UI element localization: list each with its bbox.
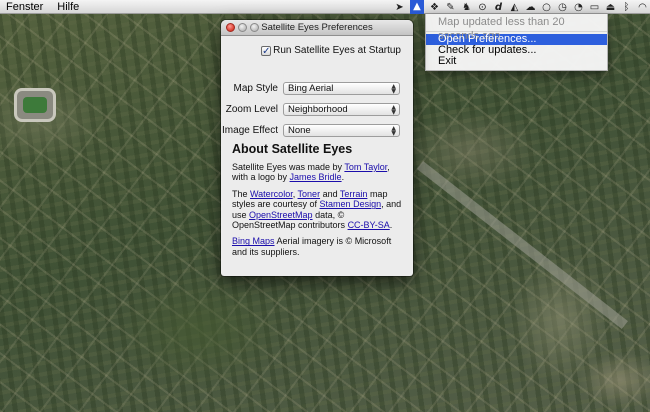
image-effect-row: Image Effect None ▲ ▼	[221, 124, 413, 138]
run-at-startup-checkbox[interactable]: ✓	[261, 45, 272, 56]
map-style-label: Map Style	[233, 83, 278, 94]
about-text: and	[320, 188, 340, 199]
startup-row: ✓ Run Satellite Eyes at Startup	[221, 45, 401, 56]
image-effect-value: None	[288, 125, 311, 136]
window-title: Satellite Eyes Preferences	[261, 22, 373, 33]
preferences-window: Satellite Eyes Preferences ✓ Run Satelli…	[221, 20, 413, 276]
about-text: .	[389, 220, 393, 231]
satellite-eyes-icon[interactable]: ▲	[410, 0, 424, 14]
map-style-value: Bing Aerial	[288, 83, 334, 94]
map-style-row: Map Style Bing Aerial ▲ ▼	[221, 82, 413, 96]
eject-icon[interactable]: ⏏	[605, 2, 616, 13]
letter-d-icon[interactable]: d	[493, 2, 504, 13]
dropbox-icon[interactable]: ❖	[429, 2, 440, 13]
menu-bar: Fenster Hilfe ➤ ▲ ❖ ✎ ♞ ⊙ d ◭ ☁ ○ ◷ ◔ ▭ …	[0, 0, 650, 14]
bluetooth-icon[interactable]: ᛒ	[621, 2, 632, 13]
zoom-level-row: Zoom Level Neighborhood ▲ ▼	[221, 103, 413, 117]
image-effect-select[interactable]: None ▲ ▼	[283, 124, 400, 137]
toner-link[interactable]: Toner	[298, 189, 321, 199]
stamen-design-link[interactable]: Stamen Design	[320, 199, 382, 209]
about-text: The	[232, 188, 251, 199]
map-update-status: Map updated less than 20 seconds ago	[438, 16, 565, 42]
about-credits: Satellite Eyes was made by Tom Taylor, w…	[232, 162, 406, 183]
about-section: About Satellite Eyes Satellite Eyes was …	[232, 142, 406, 263]
menu-hilfe[interactable]: Hilfe	[50, 0, 86, 14]
time-machine-icon[interactable]: ◷	[557, 2, 568, 13]
zoom-level-value: Neighborhood	[288, 104, 348, 115]
about-bing: Bing Maps Aerial imagery is © Microsoft …	[232, 236, 406, 257]
image-effect-label: Image Effect	[222, 125, 278, 136]
map-style-select[interactable]: Bing Aerial ▲ ▼	[283, 82, 400, 95]
satellite-eyes-menu: Map updated less than 20 seconds ago Ope…	[425, 14, 608, 71]
openstreetmap-link[interactable]: OpenStreetMap	[249, 210, 313, 220]
clock-icon[interactable]: ◔	[573, 2, 584, 13]
wifi-icon[interactable]: ◠	[637, 2, 648, 13]
stadium-aerial-feature	[14, 88, 56, 122]
display-icon[interactable]: ▭	[589, 2, 600, 13]
about-heading: About Satellite Eyes	[232, 142, 353, 156]
about-map-styles: The Watercolor, Toner and Terrain map st…	[232, 189, 406, 231]
window-titlebar[interactable]: Satellite Eyes Preferences	[221, 20, 413, 36]
zoom-level-label: Zoom Level	[225, 104, 278, 115]
select-arrows-icon: ▲ ▼	[391, 104, 396, 116]
railway-aerial-feature	[416, 161, 628, 330]
terrain-link[interactable]: Terrain	[340, 189, 368, 199]
app-icon[interactable]: ⊙	[477, 2, 488, 13]
run-at-startup-label[interactable]: Run Satellite Eyes at Startup	[273, 45, 401, 56]
exit-item[interactable]: Exit	[426, 56, 607, 67]
about-text: .	[341, 172, 345, 183]
watercolor-link[interactable]: Watercolor	[250, 189, 293, 199]
select-arrows-icon: ▲ ▼	[391, 83, 396, 95]
zoom-level-select[interactable]: Neighborhood ▲ ▼	[283, 103, 400, 116]
cc-by-sa-link[interactable]: CC-BY-SA	[348, 220, 390, 230]
tom-taylor-link[interactable]: Tom Taylor	[344, 162, 387, 172]
adobe-icon[interactable]: ◭	[509, 2, 520, 13]
about-text: Satellite Eyes was made by	[232, 162, 345, 172]
status-icons: ➤ ▲ ❖ ✎ ♞ ⊙ d ◭ ☁ ○ ◷ ◔ ▭ ⏏ ᛒ ◠	[394, 0, 648, 14]
bing-maps-link[interactable]: Bing Maps	[232, 236, 275, 246]
cloud-icon[interactable]: ☁	[525, 2, 536, 13]
ring-icon[interactable]: ○	[541, 2, 552, 13]
evernote-icon[interactable]: ♞	[461, 2, 472, 13]
location-arrow-icon[interactable]: ➤	[394, 2, 405, 13]
select-arrows-icon: ▲ ▼	[391, 125, 396, 137]
script-icon[interactable]: ✎	[445, 2, 456, 13]
menu-fenster[interactable]: Fenster	[0, 0, 50, 14]
james-bridle-link[interactable]: James Bridle	[290, 172, 342, 182]
